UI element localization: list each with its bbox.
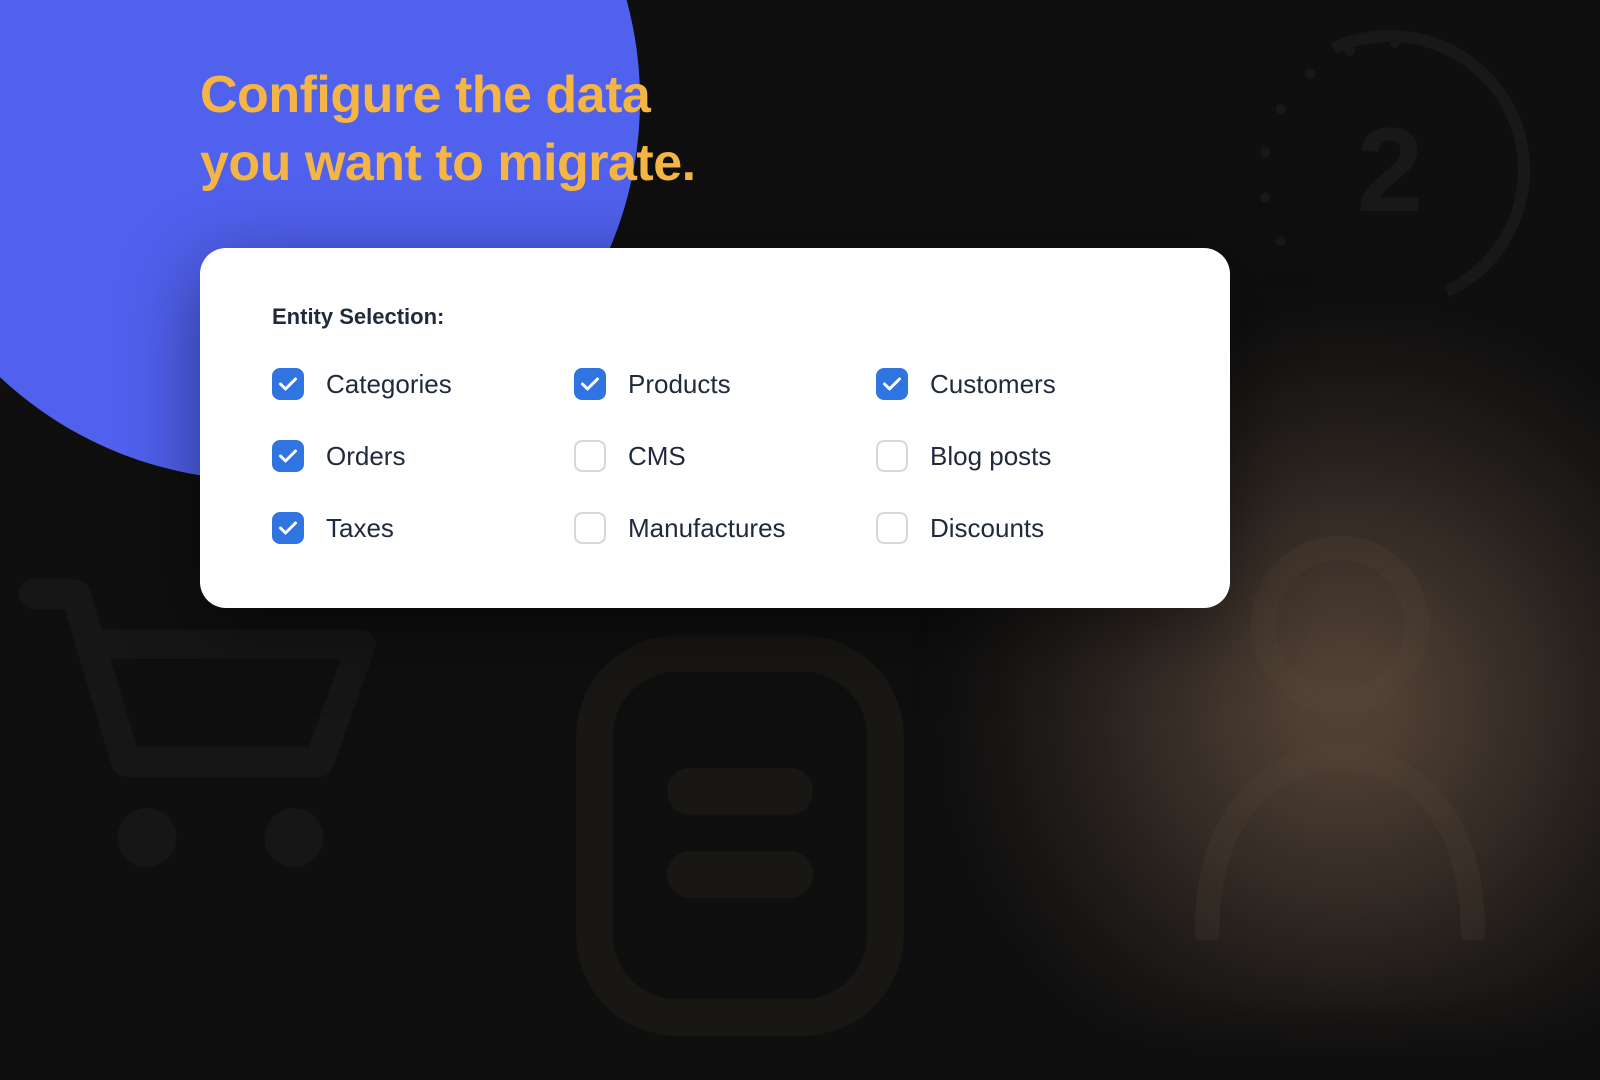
- checkbox-customers[interactable]: [876, 368, 908, 400]
- checkbox-blog-posts[interactable]: [876, 440, 908, 472]
- option-label-categories: Categories: [326, 369, 452, 400]
- option-label-customers: Customers: [930, 369, 1056, 400]
- option-blog-posts[interactable]: Blog posts: [876, 440, 1158, 472]
- step-number: 2: [1250, 30, 1530, 310]
- options-grid: Categories Products Customers Orders CMS Blog…: [272, 368, 1158, 544]
- option-manufactures[interactable]: Manufactures: [574, 512, 856, 544]
- option-categories[interactable]: Categories: [272, 368, 554, 400]
- checkbox-categories[interactable]: [272, 368, 304, 400]
- option-customers[interactable]: Customers: [876, 368, 1158, 400]
- step-indicator: 2: [1250, 30, 1530, 310]
- option-label-products: Products: [628, 369, 731, 400]
- option-cms[interactable]: CMS: [574, 440, 856, 472]
- option-label-discounts: Discounts: [930, 513, 1044, 544]
- entity-selection-card: Entity Selection: Categories Products Cust…: [200, 248, 1230, 608]
- checkbox-taxes[interactable]: [272, 512, 304, 544]
- checkbox-discounts[interactable]: [876, 512, 908, 544]
- option-discounts[interactable]: Discounts: [876, 512, 1158, 544]
- option-taxes[interactable]: Taxes: [272, 512, 554, 544]
- option-label-manufactures: Manufactures: [628, 513, 786, 544]
- option-label-cms: CMS: [628, 441, 686, 472]
- checkbox-products[interactable]: [574, 368, 606, 400]
- hero-title-line1: Configure the data: [200, 66, 650, 124]
- checkbox-orders[interactable]: [272, 440, 304, 472]
- option-orders[interactable]: Orders: [272, 440, 554, 472]
- price-tag-icon: [480, 560, 1000, 1080]
- hero-title: Configure the data you want to migrate.: [200, 62, 696, 197]
- option-products[interactable]: Products: [574, 368, 856, 400]
- checkbox-manufactures[interactable]: [574, 512, 606, 544]
- option-label-orders: Orders: [326, 441, 405, 472]
- checkbox-cms[interactable]: [574, 440, 606, 472]
- hero-title-line2: you want to migrate.: [200, 134, 696, 192]
- option-label-blog-posts: Blog posts: [930, 441, 1051, 472]
- card-heading: Entity Selection:: [272, 304, 1158, 330]
- option-label-taxes: Taxes: [326, 513, 394, 544]
